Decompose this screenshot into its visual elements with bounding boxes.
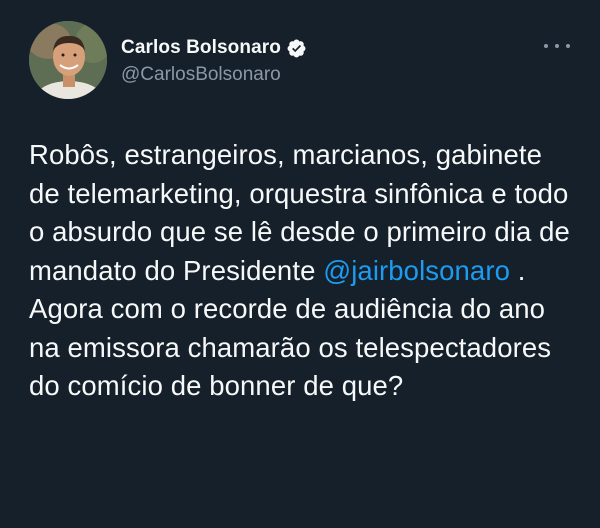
avatar[interactable] — [29, 21, 107, 99]
author-name-row[interactable]: Carlos Bolsonaro — [121, 36, 307, 60]
mention-link[interactable]: @jairbolsonaro — [323, 255, 510, 286]
author-name[interactable]: Carlos Bolsonaro — [121, 37, 281, 59]
more-dot — [544, 44, 548, 48]
more-options-icon[interactable] — [544, 36, 570, 56]
more-dot — [566, 44, 570, 48]
tweet-text: Robôs, estrangeiros, marcianos, gabinete… — [29, 136, 579, 406]
author-handle[interactable]: @CarlosBolsonaro — [121, 64, 281, 86]
profile-photo — [29, 21, 107, 99]
tweet-card: Carlos Bolsonaro @CarlosBolsonaro Robôs,… — [0, 0, 600, 528]
more-dot — [555, 44, 559, 48]
verified-badge-icon — [287, 39, 306, 57]
